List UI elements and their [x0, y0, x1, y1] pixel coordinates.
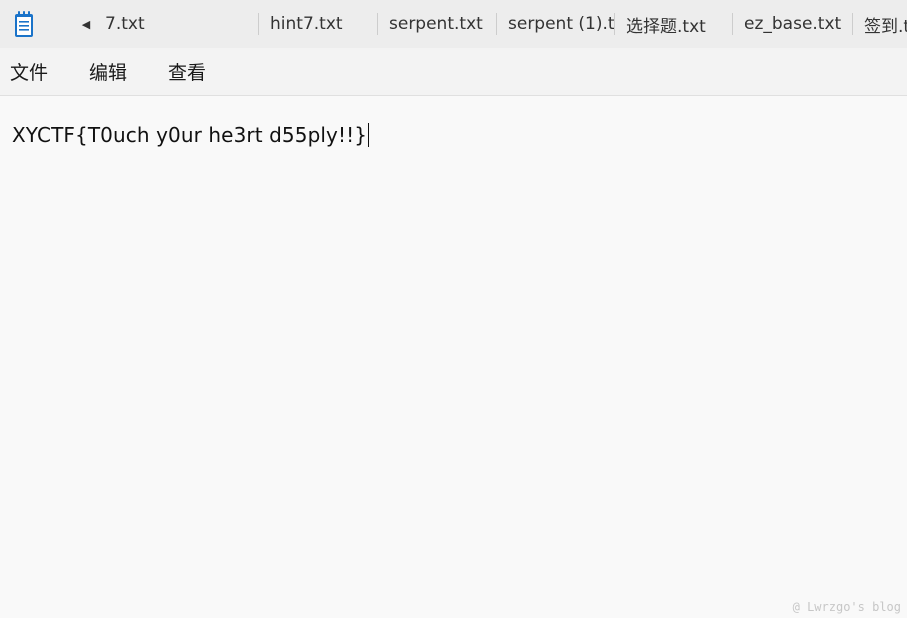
menu-bar: 文件 编辑 查看: [0, 48, 907, 96]
tab-ez-base-txt[interactable]: ez_base.txt: [732, 0, 852, 48]
tab-hint7-txt[interactable]: hint7.txt: [258, 0, 377, 48]
tab-bar: ◀ 7.txt hint7.txt serpent.txt serpent (1…: [0, 0, 907, 48]
notepad-icon: [11, 9, 37, 39]
tab-serpent-1-txt[interactable]: serpent (1).txt: [496, 0, 614, 48]
tab-list: 7.txt hint7.txt serpent.txt serpent (1).…: [103, 0, 907, 48]
tab-xuanzeti-txt[interactable]: 选择题.txt: [614, 0, 732, 48]
tab-label: 选择题.txt: [626, 16, 706, 37]
tab-label: 7.txt: [105, 14, 145, 34]
tab-label: ez_base.txt: [744, 14, 842, 34]
tab-qiandao-txt[interactable]: 签到.txt: [852, 0, 907, 48]
text-editor-area[interactable]: XYCTF{T0uch y0ur he3rt d55ply!!}: [0, 96, 907, 618]
scroll-left-button[interactable]: ◀: [71, 0, 101, 48]
text-caret: [368, 123, 370, 147]
tab-label: serpent.txt: [389, 14, 483, 34]
tab-label: 签到.txt: [864, 16, 907, 37]
tab-label: hint7.txt: [270, 14, 343, 34]
tab-7-txt[interactable]: 7.txt: [103, 0, 258, 48]
menu-view[interactable]: 查看: [168, 52, 206, 91]
tab-serpent-txt[interactable]: serpent.txt: [377, 0, 496, 48]
editor-line: XYCTF{T0uch y0ur he3rt d55ply!!}: [12, 123, 368, 147]
triangle-left-icon: ◀: [81, 17, 91, 31]
menu-edit[interactable]: 编辑: [89, 52, 127, 91]
menu-file[interactable]: 文件: [10, 52, 48, 91]
tab-label: serpent (1).txt: [508, 14, 614, 34]
watermark: @ Lwrzgo's blog: [792, 600, 901, 614]
